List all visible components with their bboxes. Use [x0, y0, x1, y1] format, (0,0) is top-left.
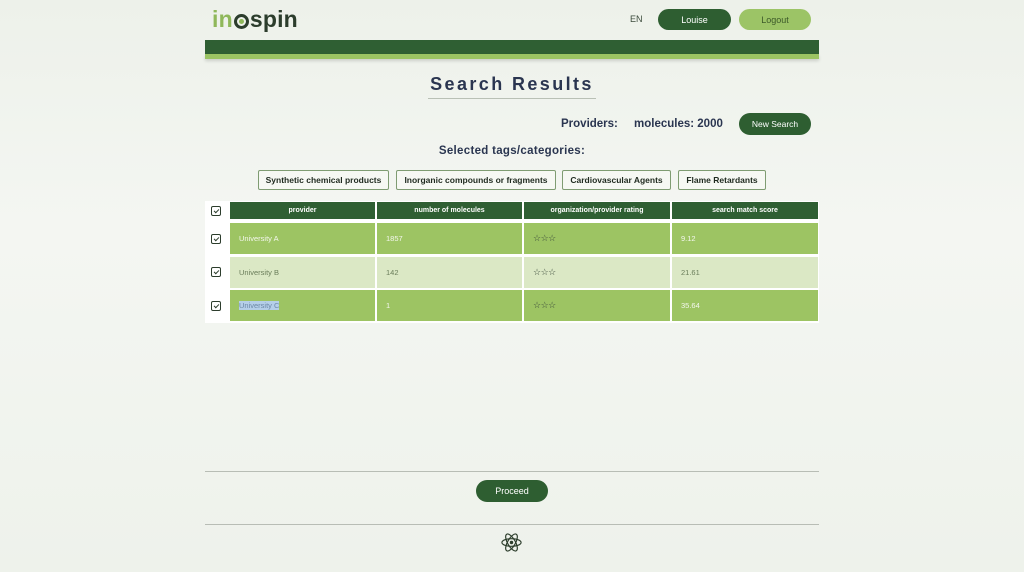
cell-score: 9.12 — [672, 223, 818, 254]
tag-chip[interactable]: Flame Retardants — [678, 170, 766, 190]
logo-prefix: in — [212, 6, 233, 32]
page-title-wrap: Search Results — [0, 74, 1024, 99]
divider — [205, 471, 819, 472]
cell-provider: University C — [230, 290, 375, 321]
new-search-button[interactable]: New Search — [739, 113, 811, 135]
cell-rating: ☆☆☆ — [524, 290, 670, 321]
logo-mark-icon — [233, 14, 249, 29]
rating-stars-icon[interactable]: ☆☆☆ — [533, 267, 556, 278]
user-button[interactable]: Louise — [658, 9, 731, 30]
row-checkbox[interactable] — [211, 301, 221, 311]
divider — [205, 524, 819, 525]
tag-chip[interactable]: Inorganic compounds or fragments — [396, 170, 556, 190]
column-header-provider[interactable]: provider — [230, 202, 375, 219]
header-banner — [205, 40, 819, 54]
cell-score: 35.64 — [672, 290, 818, 321]
cell-molecules: 1857 — [377, 223, 522, 254]
tag-chip[interactable]: Synthetic chemical products — [258, 170, 389, 190]
header-banner-accent — [205, 54, 819, 59]
row-checkbox[interactable] — [211, 267, 221, 277]
cell-provider: University B — [230, 257, 375, 288]
cell-rating: ☆☆☆ — [524, 223, 670, 254]
cell-rating: ☆☆☆ — [524, 257, 670, 288]
rating-stars-icon[interactable]: ☆☆☆ — [533, 300, 556, 311]
tags-heading: Selected tags/categories: — [438, 145, 586, 157]
cell-molecules: 1 — [377, 290, 522, 321]
logout-button[interactable]: Logout — [739, 9, 811, 30]
providers-label: Providers: — [561, 118, 618, 130]
tag-chip[interactable]: Cardiovascular Agents — [562, 170, 671, 190]
language-selector[interactable]: EN — [630, 14, 643, 24]
page: in spin EN Louise Logout Search Results … — [0, 0, 1024, 572]
page-title: Search Results — [428, 74, 596, 99]
column-header-molecules[interactable]: number of molecules — [377, 202, 522, 219]
molecules-count: molecules: 2000 — [634, 118, 723, 130]
column-header-score[interactable]: search match score — [672, 202, 818, 219]
logo-suffix: spin — [249, 6, 298, 32]
proceed-button[interactable]: Proceed — [476, 480, 548, 502]
atom-icon — [501, 533, 522, 552]
cell-provider: University A — [230, 223, 375, 254]
provider-name-selected: University C — [239, 301, 280, 310]
rating-stars-icon[interactable]: ☆☆☆ — [533, 233, 556, 244]
row-checkbox[interactable] — [211, 234, 221, 244]
cell-molecules: 142 — [377, 257, 522, 288]
cell-score: 21.61 — [672, 257, 818, 288]
select-all-checkbox[interactable] — [211, 206, 221, 216]
column-header-rating[interactable]: organization/provider rating — [524, 202, 670, 219]
app-logo[interactable]: in spin — [212, 6, 298, 33]
